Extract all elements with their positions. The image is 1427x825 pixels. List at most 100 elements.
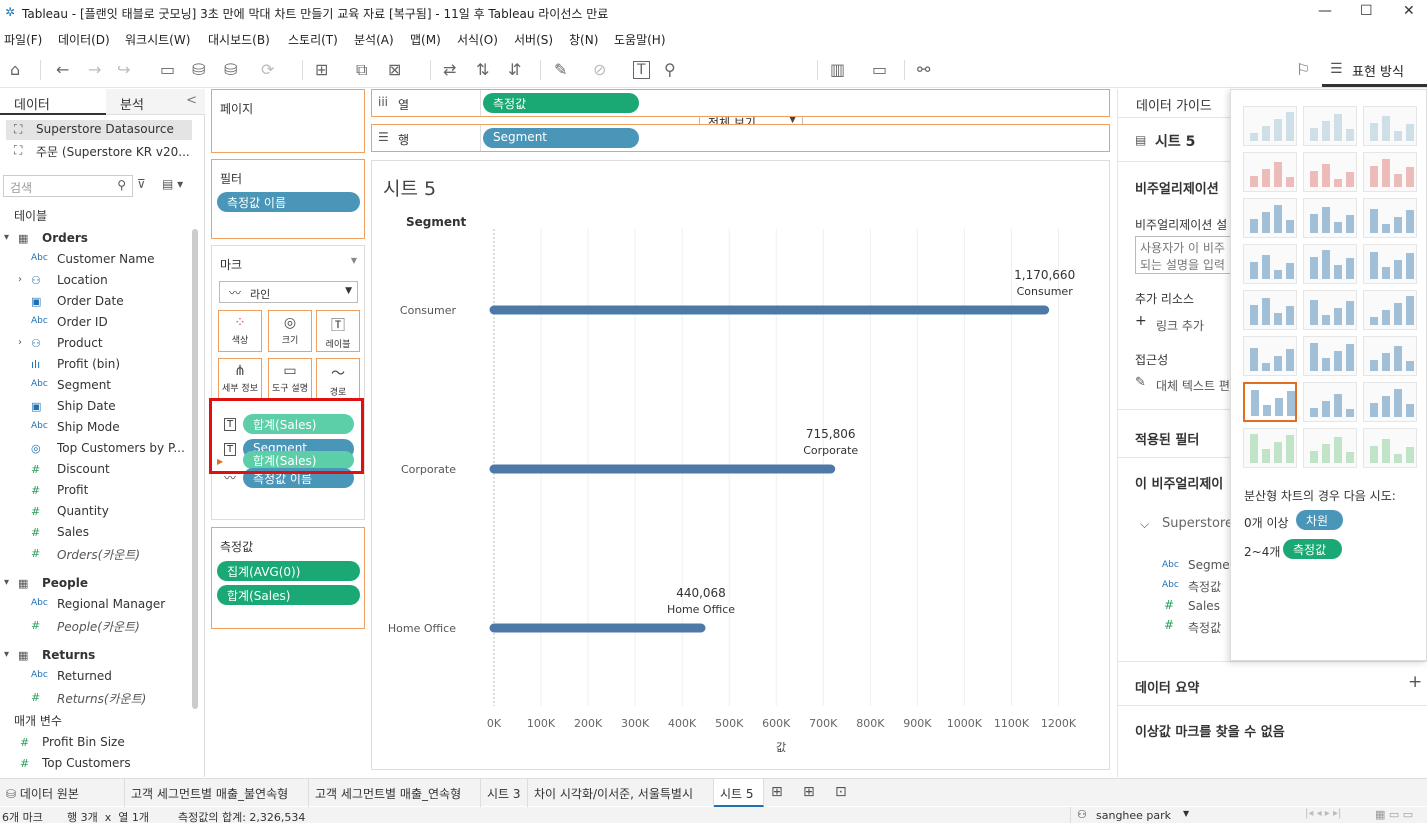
mark-type-select[interactable]: 〰 라인 ▼ [219,281,358,303]
field-item[interactable]: › ⚇ Product [0,334,190,354]
menu-worksheet[interactable]: 워크시트(W) [125,31,190,48]
menu-map[interactable]: 맵(M) [410,31,441,48]
pause-update-icon[interactable]: ⛁ [224,60,237,79]
menu-window[interactable]: 창(N) [569,31,598,48]
tab-sheet-active[interactable]: 시트 5 [714,779,764,807]
field-item[interactable]: Abc Ship Mode [0,418,190,438]
chart-type-thumbnail[interactable] [1303,428,1357,468]
rows-pill[interactable]: Segment [483,128,639,148]
field-item[interactable]: Abc Regional Manager [0,595,190,615]
chart-type-thumbnail[interactable] [1243,290,1297,330]
table-orders[interactable]: ▾ ▦ Orders [0,229,190,249]
chevron-down-icon[interactable]: ▼ [351,256,357,265]
pin-icon[interactable]: ⚲ [664,60,676,79]
tab-analysis[interactable]: 분석 < [106,89,205,115]
chart-type-thumbnail[interactable] [1363,106,1417,146]
field-item[interactable]: ılı Profit (bin) [0,355,190,375]
chart-type-thumbnail[interactable] [1363,198,1417,238]
highlight-icon[interactable]: ✎ [554,60,567,79]
menu-server[interactable]: 서버(S) [514,31,553,48]
datasource-item[interactable]: ⛶ Superstore Datasource [6,120,192,140]
pages-card[interactable]: 페이지 [211,89,365,153]
redo-icon[interactable]: → [88,60,101,79]
tab-sheet[interactable]: 차이 시각화/이서준, 서울특별시 [528,779,714,807]
add-link-link[interactable]: 링크 추가 [1156,317,1204,334]
chart-type-thumbnail[interactable] [1243,244,1297,284]
chart-type-thumbnail[interactable] [1243,198,1297,238]
tab-sheet[interactable]: 고객 세그먼트별 매출_불연속형 [125,779,309,807]
field-item[interactable]: # Quantity [0,502,190,522]
chevron-down-icon[interactable]: ⌵ [1140,517,1149,532]
filters-card[interactable]: 필터 측정값 이름 [211,159,365,239]
replay-icon[interactable]: ↪ [117,60,130,79]
new-story-icon[interactable]: ⊡ [835,784,847,800]
menu-help[interactable]: 도움말(H) [614,31,666,48]
scrollbar[interactable] [192,229,198,709]
save-icon[interactable]: ▭ [160,60,175,79]
field-item[interactable]: ▣ Ship Date [0,397,190,417]
filter-pill[interactable]: 측정값 이름 [217,192,360,212]
menu-file[interactable]: 파일(F) [4,31,42,48]
sheet-nav-icon[interactable]: |◂ ◂ ▸ ▸| [1305,808,1341,819]
chart-type-thumbnail[interactable] [1243,336,1297,376]
show-labels-icon[interactable]: T [633,61,650,79]
expand-summary-icon[interactable]: + [1408,672,1422,692]
show-cards-icon[interactable]: ▥ [830,60,845,79]
chart-type-thumbnail[interactable] [1363,428,1417,468]
columns-pill[interactable]: 측정값 [483,93,639,113]
new-datasource-icon[interactable]: ⛁ [192,60,205,79]
color-button[interactable]: ⁘ 색상 [218,310,262,352]
user-menu[interactable]: ⚇ sanghee park ▼ [1070,807,1200,823]
field-item[interactable]: ◎ Top Customers by P... [0,439,190,459]
chart-type-thumbnail[interactable] [1303,152,1357,192]
field-item[interactable]: # Orders(카운트) [0,544,190,564]
minimize-button[interactable]: — [1318,3,1332,19]
label-button[interactable]: 🅃 레이블 [316,310,360,352]
menu-dashboard[interactable]: 대시보드(B) [208,31,270,48]
view-canvas[interactable]: 시트 5 Segment 0K 100K 200K 300K 400K 500K 600K 7… [371,160,1110,770]
field-item[interactable]: Abc Segment [0,376,190,396]
tab-sheet[interactable]: 시트 3 [481,779,528,807]
path-button[interactable]: 〜 경로 [316,358,360,400]
tab-data[interactable]: 데이터 [0,89,106,115]
group-icon[interactable]: ⊘ [593,60,606,79]
share-icon[interactable]: ⚯ [917,60,930,79]
chart-type-thumbnail[interactable] [1303,382,1357,422]
chart-type-thumbnail[interactable] [1243,106,1297,146]
chart-type-thumbnail[interactable] [1243,152,1297,192]
close-button[interactable]: ✕ [1403,3,1415,19]
chart-type-thumbnail[interactable] [1243,382,1297,422]
columns-shelf[interactable]: iii 열 측정값 [371,89,1110,117]
field-item[interactable]: Abc Returned [0,667,190,687]
chart-type-thumbnail[interactable] [1363,382,1417,422]
chart-type-thumbnail[interactable] [1303,106,1357,146]
chart-type-thumbnail[interactable] [1363,244,1417,284]
chart-type-thumbnail[interactable] [1303,198,1357,238]
measure-pill-avg[interactable]: 집계(AVG(0)) [217,561,360,581]
field-item[interactable]: # Sales [0,523,190,543]
home-icon[interactable]: ⌂ [10,60,20,79]
field-item[interactable]: # Profit [0,481,190,501]
menu-analysis[interactable]: 분석(A) [354,31,394,48]
chart-type-thumbnail[interactable] [1303,244,1357,284]
field-item[interactable]: # People(카운트) [0,616,190,636]
chart-type-thumbnail[interactable] [1243,428,1297,468]
undo-icon[interactable]: ← [56,60,69,79]
description-input[interactable]: 사용자가 이 비주 되는 설명을 입력 [1135,236,1245,274]
new-sheet-icon[interactable]: ⊞ [771,784,783,800]
field-item[interactable]: Abc Customer Name [0,250,190,270]
field-item[interactable]: # Discount [0,460,190,480]
field-item[interactable]: Abc Order ID [0,313,190,333]
sheet-sorter-icon[interactable]: ▦ ▭ ▭ [1375,808,1413,821]
sort-asc-icon[interactable]: ⇅ [476,60,489,79]
presentation-icon[interactable]: ▭ [872,60,887,79]
sort-desc-icon[interactable]: ⇵ [508,60,521,79]
alt-text-link[interactable]: 대체 텍스트 편 [1156,377,1230,394]
view-options-icon[interactable]: ▤ ▾ [162,177,183,191]
refresh-icon[interactable]: ⟳ [261,60,274,79]
swap-icon[interactable]: ⇄ [443,60,456,79]
rows-shelf[interactable]: ☰ 행 Segment [371,124,1110,152]
chart-type-thumbnail[interactable] [1363,290,1417,330]
field-item[interactable]: # Returns(카운트) [0,688,190,708]
detail-button[interactable]: ⋔ 세부 정보 [218,358,262,400]
